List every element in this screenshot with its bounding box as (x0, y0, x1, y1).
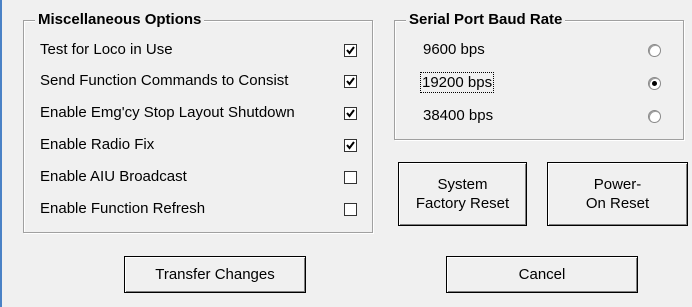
option-send-function-commands[interactable]: Send Function Commands to Consist (40, 69, 365, 93)
option-function-refresh[interactable]: Enable Function Refresh (40, 197, 365, 221)
checkmark-icon (346, 77, 355, 86)
misc-options-group: Miscellaneous Options Test for Loco in U… (23, 11, 373, 233)
option-aiu-broadcast[interactable]: Enable AIU Broadcast (40, 165, 365, 189)
window-left-edge (0, 0, 2, 307)
radio-9600[interactable] (648, 44, 661, 57)
power-on-reset-button[interactable]: Power-On Reset (547, 162, 688, 226)
checkbox-test-loco-in-use[interactable] (344, 44, 357, 57)
checkbox-send-function-commands[interactable] (344, 75, 357, 88)
baud-rate-title: Serial Port Baud Rate (406, 11, 566, 29)
transfer-changes-button[interactable]: Transfer Changes (124, 256, 306, 293)
checkmark-icon (346, 141, 355, 150)
cancel-button[interactable]: Cancel (446, 256, 638, 293)
option-label: Test for Loco in Use (40, 41, 173, 58)
option-label: Enable Function Refresh (40, 200, 206, 217)
option-emergency-stop-shutdown[interactable]: Enable Emg'cy Stop Layout Shutdown (40, 101, 365, 125)
checkbox-function-refresh[interactable] (344, 203, 357, 216)
baud-label: 9600 bps (423, 41, 485, 58)
cancel-label: Cancel (518, 266, 566, 283)
checkbox-emergency-stop-shutdown[interactable] (344, 107, 357, 120)
option-label: Enable Radio Fix (40, 136, 155, 153)
option-radio-fix[interactable]: Enable Radio Fix (40, 133, 365, 157)
baud-option-38400[interactable]: 38400 bps (395, 104, 683, 128)
checkmark-icon (346, 109, 355, 118)
power-on-reset-label: Power-On Reset (585, 176, 650, 212)
baud-option-19200[interactable]: 19200 bps (395, 71, 683, 95)
radio-38400[interactable] (648, 110, 661, 123)
system-factory-reset-label: System Factory Reset (415, 176, 510, 212)
option-label: Enable AIU Broadcast (40, 168, 187, 185)
system-factory-reset-button[interactable]: System Factory Reset (398, 162, 527, 226)
option-label: Enable Emg'cy Stop Layout Shutdown (40, 104, 295, 121)
baud-label: 19200 bps (419, 72, 495, 93)
misc-options-title: Miscellaneous Options (35, 11, 205, 29)
checkbox-aiu-broadcast[interactable] (344, 171, 357, 184)
baud-label: 38400 bps (423, 107, 494, 124)
transfer-changes-label: Transfer Changes (155, 266, 275, 283)
baud-option-9600[interactable]: 9600 bps (395, 38, 683, 62)
baud-rate-group: Serial Port Baud Rate 9600 bps 19200 bps… (394, 11, 684, 140)
radio-19200[interactable] (648, 77, 661, 90)
checkbox-radio-fix[interactable] (344, 139, 357, 152)
checkmark-icon (346, 46, 355, 55)
option-test-loco-in-use[interactable]: Test for Loco in Use (40, 38, 365, 62)
radio-selected-dot (652, 81, 657, 86)
option-label: Send Function Commands to Consist (40, 72, 289, 89)
